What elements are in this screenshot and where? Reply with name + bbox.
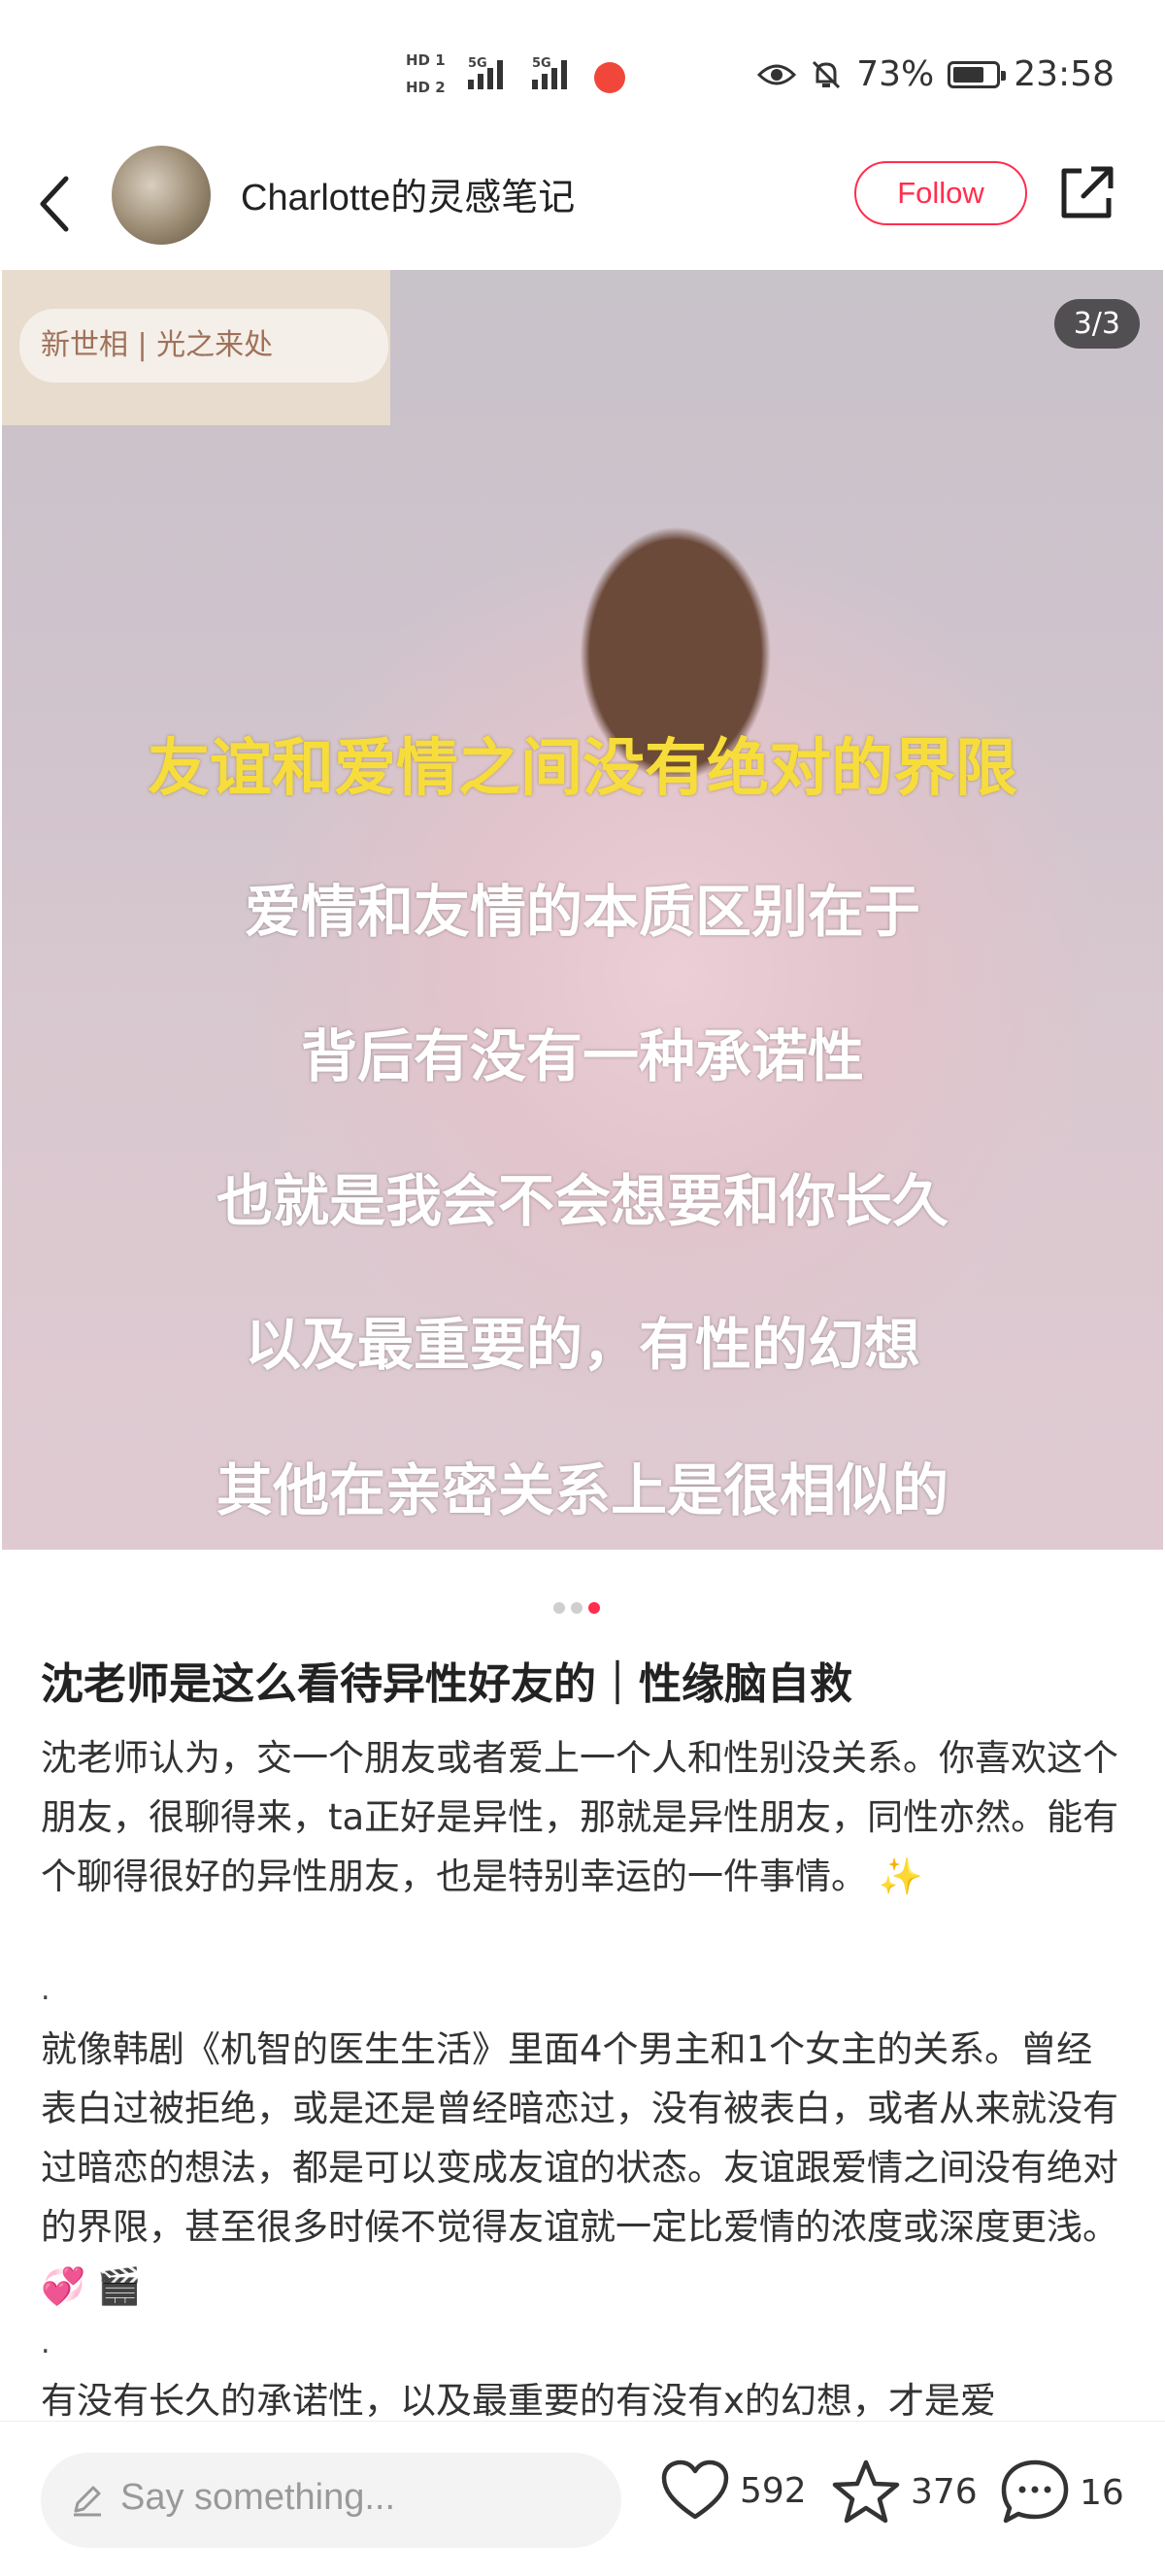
shelf-sign: 新世相 | 光之来处 [19, 309, 388, 383]
star-count: 376 [911, 2471, 978, 2512]
avatar[interactable] [112, 146, 211, 245]
post-paragraph: 沈老师认为，交一个朋友或者爱上一个人和性别没关系。你喜欢这个朋友，很聊得来，ta… [41, 1737, 1119, 1897]
subtitle-line: 其他在亲密关系上是很相似的 [216, 1457, 949, 1523]
subtitle-line: 友谊和爱情之间没有绝对的界限 [148, 733, 1017, 805]
network-label-2: 5G [532, 56, 551, 71]
subtitle-line: 爱情和友情的本质区别在于 [244, 879, 920, 945]
battery-percent: 73% [856, 54, 935, 94]
pencil-icon [74, 2486, 101, 2517]
post-title: 沈老师是这么看待异性好友的｜性缘脑自救 [41, 1659, 852, 1709]
sim-indicator: HD 1 HD 2 [406, 47, 446, 101]
sim1-label: HD 1 [406, 51, 446, 69]
sim2-label: HD 2 [406, 79, 446, 96]
carousel-dot-active [588, 1602, 600, 1614]
separator: . [41, 2326, 50, 2360]
like-count: 592 [740, 2470, 807, 2511]
comment-placeholder: Say something... [120, 2477, 396, 2518]
comment-bubble-icon [1001, 2459, 1069, 2524]
shelf: 新世相 | 光之来处 [2, 270, 390, 425]
bottom-bar: Say something... 592 376 16 [0, 2421, 1165, 2576]
subtitle-line: 背后有没有一种承诺性 [300, 1023, 864, 1089]
comment-input[interactable]: Say something... [41, 2453, 621, 2548]
carousel-dots [553, 1602, 600, 1614]
carousel-dot [571, 1602, 582, 1614]
status-bar: HD 1 HD 2 5G 5G 73% 23:58 [0, 0, 1165, 146]
eye-icon [757, 64, 797, 84]
follow-button[interactable]: Follow [854, 161, 1027, 225]
like-button[interactable]: 592 [660, 2459, 807, 2523]
post-image[interactable]: 新世相 | 光之来处 3/3 友谊和爱情之间没有绝对的界限 爱情和友情的本质区别… [2, 270, 1163, 1550]
mute-bell-icon [813, 60, 841, 88]
subtitle-line: 以及最重要的，有性的幻想 [244, 1312, 920, 1378]
subtitle-line: 也就是我会不会想要和你长久 [216, 1168, 949, 1234]
star-icon [832, 2459, 900, 2524]
network-label-1: 5G [468, 56, 487, 71]
battery-icon [948, 60, 1007, 88]
image-counter: 3/3 [1053, 299, 1140, 349]
clock: 23:58 [1014, 54, 1115, 94]
app-notification-icon [594, 62, 625, 93]
comment-count: 16 [1080, 2472, 1124, 2513]
status-right: 73% 23:58 [757, 54, 1115, 94]
collect-button[interactable]: 376 [831, 2459, 978, 2525]
back-icon[interactable] [37, 165, 76, 243]
carousel-dot [553, 1602, 565, 1614]
separator: . [41, 1973, 50, 2007]
comment-button[interactable]: 16 [1000, 2459, 1124, 2526]
post-paragraph: 就像韩剧《机智的医生生活》里面4个男主和1个女主的关系。曾经表白过被拒绝，或是还… [41, 2028, 1118, 2307]
share-icon[interactable] [1056, 163, 1116, 223]
heart-icon [661, 2459, 729, 2520]
author-name[interactable]: Charlotte的灵感笔记 [241, 167, 575, 220]
